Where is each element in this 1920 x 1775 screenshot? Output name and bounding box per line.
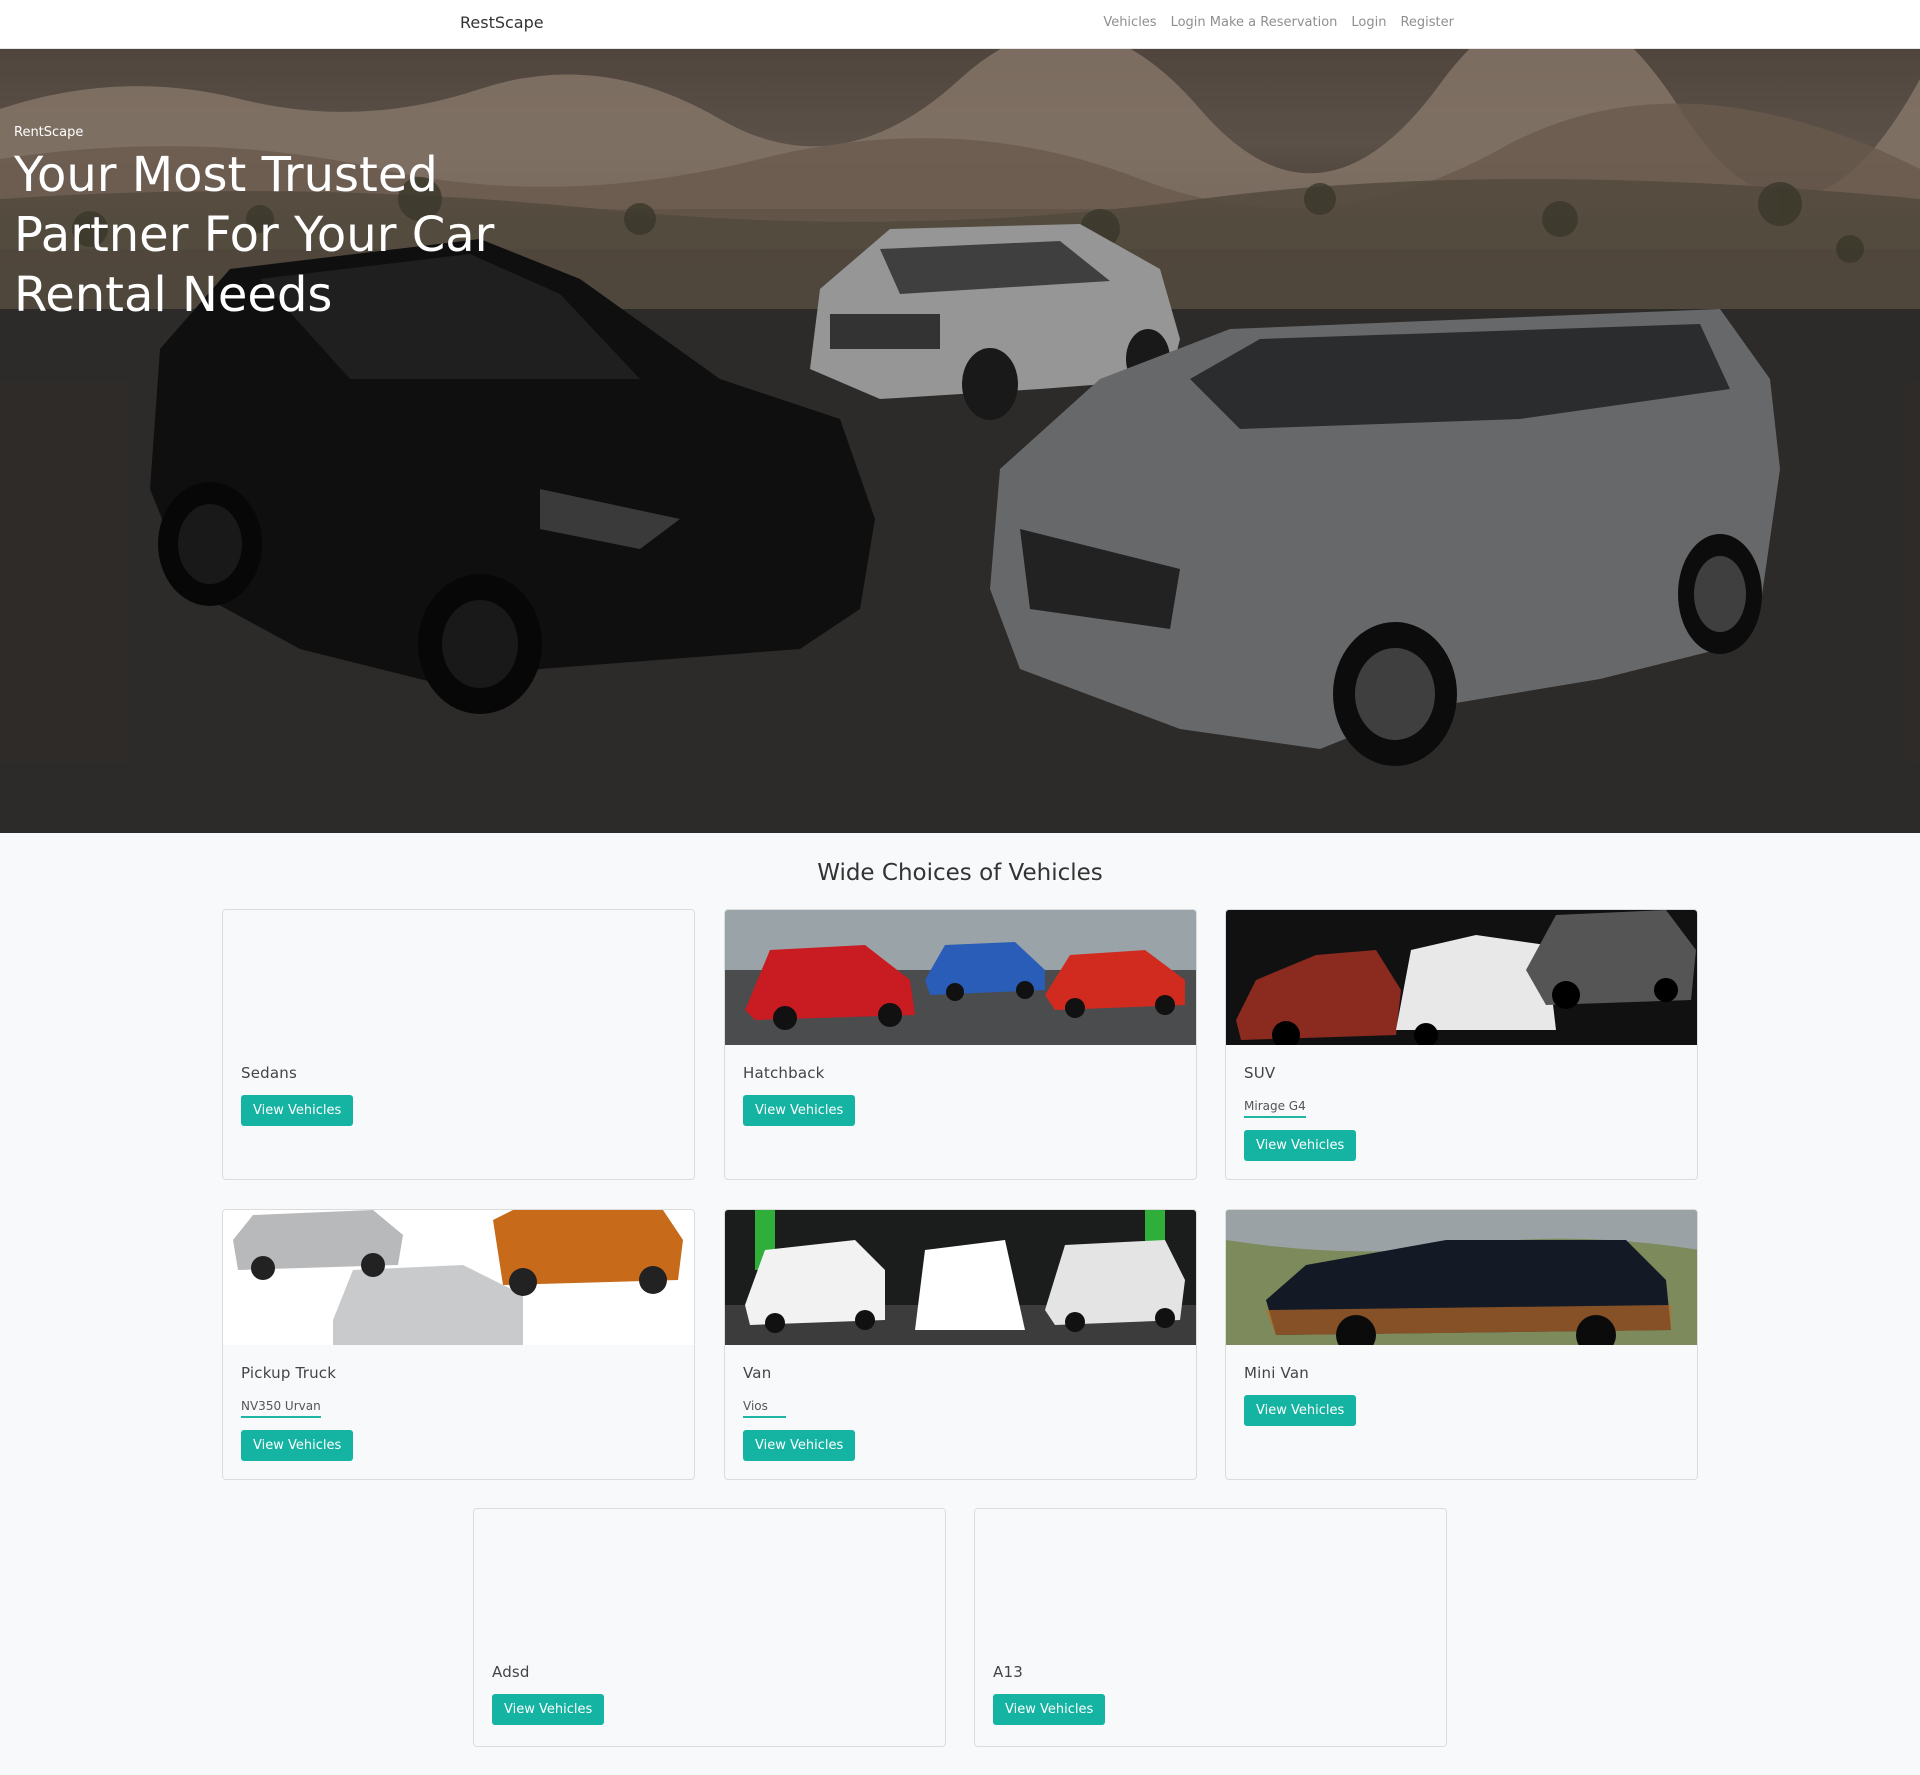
view-vehicles-button[interactable]: View Vehicles: [743, 1430, 856, 1461]
card-image-van: [725, 1210, 1196, 1345]
nav-link-login[interactable]: Login: [1351, 15, 1386, 30]
vehicle-card-suv: SUV Mirage G4 View Vehicles: [1225, 909, 1698, 1180]
card-title: Mini Van: [1244, 1364, 1309, 1382]
vehicle-card-pickup-truck: Pickup Truck NV350 Urvan View Vehicles: [222, 1209, 695, 1480]
hero-banner: RentScape Your Most Trusted Partner For …: [0, 49, 1920, 833]
card-image-mini-van: [1226, 1210, 1697, 1345]
card-image-placeholder: [223, 910, 694, 1045]
card-title: Van: [743, 1364, 772, 1382]
brand-link[interactable]: RestScape: [460, 13, 544, 32]
card-image-pickup-truck: [223, 1210, 694, 1345]
hero-title: Your Most Trusted Partner For Your Car R…: [14, 147, 495, 323]
view-vehicles-button[interactable]: View Vehicles: [1244, 1395, 1357, 1426]
view-vehicles-button[interactable]: View Vehicles: [743, 1095, 856, 1126]
nav-link-vehicles[interactable]: Vehicles: [1103, 15, 1156, 30]
card-vehicle-link[interactable]: Vios: [743, 1399, 786, 1418]
card-image-suv: [1226, 910, 1697, 1045]
vehicle-card-adsd: Adsd View Vehicles: [473, 1508, 946, 1747]
view-vehicles-button[interactable]: View Vehicles: [241, 1430, 354, 1461]
view-vehicles-button[interactable]: View Vehicles: [1244, 1130, 1357, 1161]
card-title: A13: [993, 1663, 1023, 1681]
hero-kicker: RentScape: [14, 125, 84, 140]
nav-links: Vehicles Login Make a Reservation Login …: [1103, 15, 1454, 30]
card-title: Hatchback: [743, 1064, 825, 1082]
nav-link-register[interactable]: Register: [1400, 15, 1454, 30]
view-vehicles-button[interactable]: View Vehicles: [241, 1095, 354, 1126]
card-image-placeholder: [474, 1509, 945, 1644]
card-title: Sedans: [241, 1064, 297, 1082]
vehicle-card-van: Van Vios View Vehicles: [724, 1209, 1197, 1480]
vehicle-card-mini-van: Mini Van View Vehicles: [1225, 1209, 1698, 1480]
card-title: SUV: [1244, 1064, 1276, 1082]
vehicle-card-sedans: Sedans View Vehicles: [222, 909, 695, 1180]
view-vehicles-button[interactable]: View Vehicles: [993, 1694, 1106, 1725]
nav-link-login-make-reservation[interactable]: Login Make a Reservation: [1171, 15, 1338, 30]
card-image-placeholder: [975, 1509, 1446, 1644]
top-navbar: RestScape Vehicles Login Make a Reservat…: [0, 0, 1920, 49]
card-vehicle-link[interactable]: Mirage G4: [1244, 1099, 1306, 1118]
card-image-hatchback: [725, 910, 1196, 1045]
card-vehicle-link[interactable]: NV350 Urvan: [241, 1399, 321, 1418]
section-title: Wide Choices of Vehicles: [817, 860, 1103, 886]
vehicle-card-hatchback: Hatchback View Vehicles: [724, 909, 1197, 1180]
card-title: Adsd: [492, 1663, 530, 1681]
vehicle-card-a13: A13 View Vehicles: [974, 1508, 1447, 1747]
view-vehicles-button[interactable]: View Vehicles: [492, 1694, 605, 1725]
card-title: Pickup Truck: [241, 1364, 337, 1382]
